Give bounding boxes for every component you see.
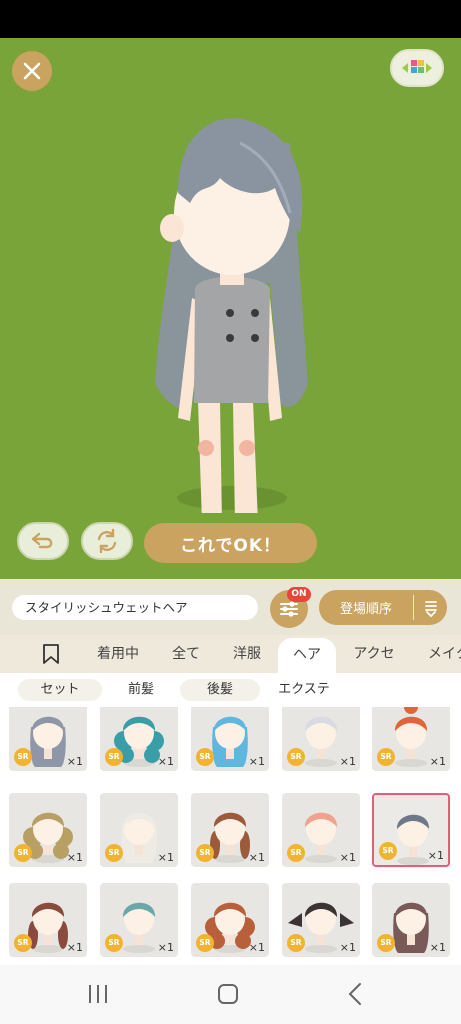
hair-item-card[interactable]: SR ×1: [191, 707, 269, 771]
system-nav-bar: [0, 965, 461, 1024]
tab-clothes[interactable]: 洋服: [222, 635, 272, 673]
back-icon[interactable]: [346, 982, 366, 1006]
rarity-badge: SR: [287, 748, 305, 766]
sort-order-button[interactable]: 登場順序: [319, 590, 447, 625]
item-count: ×1: [157, 755, 174, 768]
hair-subtabs: セット 前髪 後髪 エクステ: [0, 673, 461, 707]
rarity-badge: SR: [287, 844, 305, 862]
tab-wearing[interactable]: 着用中: [86, 635, 150, 673]
hair-item-card[interactable]: SR ×1: [9, 707, 87, 771]
item-count: ×1: [248, 941, 265, 954]
rarity-badge: SR: [14, 748, 32, 766]
item-count: ×1: [339, 941, 356, 954]
tab-all[interactable]: 全て: [162, 635, 210, 673]
rarity-badge: SR: [105, 934, 123, 952]
hair-item-card[interactable]: SR ×1: [282, 883, 360, 957]
tab-makeup[interactable]: メイク: [418, 635, 461, 673]
item-count: ×1: [157, 851, 174, 864]
filter-on-badge: ON: [287, 587, 311, 602]
item-name-display: スタイリッシュウェットヘア: [12, 595, 258, 620]
recent-apps-icon[interactable]: [86, 983, 110, 1005]
status-bar: [0, 0, 461, 38]
bookmark-icon: [43, 644, 59, 664]
item-count: ×1: [66, 941, 83, 954]
tab-hair[interactable]: ヘア: [278, 638, 336, 673]
hair-item-card[interactable]: SR ×1: [100, 707, 178, 771]
refresh-cycle-icon: [97, 528, 117, 554]
home-icon[interactable]: [216, 983, 240, 1005]
close-button[interactable]: [12, 51, 52, 91]
rarity-badge: SR: [377, 748, 395, 766]
rarity-badge: SR: [377, 934, 395, 952]
subtab-set[interactable]: セット: [18, 679, 102, 701]
rarity-badge: SR: [105, 748, 123, 766]
rarity-badge: SR: [196, 748, 214, 766]
rarity-badge: SR: [379, 842, 397, 860]
rarity-badge: SR: [287, 934, 305, 952]
item-count: ×1: [66, 851, 83, 864]
item-count: ×1: [339, 851, 356, 864]
hair-item-card[interactable]: SR ×1: [191, 883, 269, 957]
tab-accessories[interactable]: アクセ: [344, 635, 404, 673]
rarity-badge: SR: [14, 844, 32, 862]
sort-direction-icon[interactable]: [414, 599, 447, 617]
item-count: ×1: [429, 755, 446, 768]
rarity-badge: SR: [105, 844, 123, 862]
hair-item-card[interactable]: SR ×1: [191, 793, 269, 867]
color-palette-icon: [402, 60, 432, 73]
close-icon: [23, 62, 41, 80]
undo-button[interactable]: [17, 522, 69, 560]
tab-bookmark[interactable]: [36, 635, 66, 673]
hair-item-card[interactable]: SR ×1: [372, 793, 450, 867]
subtab-front-hair[interactable]: 前髪: [108, 679, 174, 701]
sort-label: 登場順序: [339, 602, 392, 617]
confirm-ok-button[interactable]: これでOK！: [144, 523, 317, 563]
hair-item-card[interactable]: SR ×1: [100, 883, 178, 957]
rarity-badge: SR: [14, 934, 32, 952]
hair-item-card[interactable]: SR ×1: [100, 793, 178, 867]
item-count: ×1: [339, 755, 356, 768]
hair-item-card[interactable]: SR ×1: [372, 707, 450, 771]
item-count: ×1: [429, 941, 446, 954]
hair-item-card[interactable]: SR ×1: [282, 707, 360, 771]
item-count: ×1: [248, 755, 265, 768]
item-count: ×1: [157, 941, 174, 954]
rarity-badge: SR: [196, 844, 214, 862]
hair-item-card[interactable]: SR ×1: [282, 793, 360, 867]
avatar-preview-stage: これでOK！: [0, 38, 461, 579]
subtab-extensions[interactable]: エクステ: [268, 679, 340, 701]
item-count: ×1: [66, 755, 83, 768]
rarity-badge: SR: [196, 934, 214, 952]
reset-button[interactable]: [81, 522, 133, 560]
item-count: ×1: [248, 851, 265, 864]
item-name-bar: スタイリッシュウェットヘア ON 登場順序: [0, 579, 461, 635]
hair-item-card[interactable]: SR ×1: [9, 793, 87, 867]
category-tabs: 着用中 全て 洋服 ヘア アクセ メイク: [0, 635, 461, 673]
item-count: ×1: [427, 849, 444, 862]
hair-item-card[interactable]: SR ×1: [372, 883, 450, 957]
hair-item-card[interactable]: SR ×1: [9, 883, 87, 957]
item-grid: SR ×1 SR ×1 SR ×1 SR ×1 SR ×1 SR ×1 SR ×1 SR ×1 SR ×1 SR ×1…: [0, 707, 461, 965]
undo-arrow-icon: [31, 532, 53, 549]
sliders-icon: [280, 601, 298, 617]
subtab-back-hair[interactable]: 後髪: [180, 679, 260, 701]
avatar-figure: [155, 118, 308, 513]
layout-toggle-button[interactable]: [390, 49, 444, 87]
